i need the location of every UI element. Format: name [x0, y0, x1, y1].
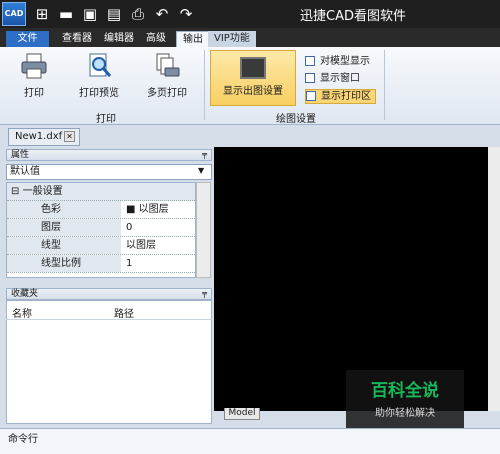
pin-icon[interactable]: ╤ — [202, 289, 207, 299]
property-section-row[interactable]: ⊟ 一般设置 — [7, 183, 195, 201]
property-name: 线型比例 — [7, 255, 121, 272]
draw-settings-group-label: 绘图设置 — [276, 114, 316, 125]
property-value[interactable]: ■ 以图层 — [122, 201, 169, 218]
multi-page-print-icon — [153, 52, 181, 80]
printer-icon — [20, 52, 48, 80]
option-model-display[interactable]: 对模型显示 — [305, 55, 370, 68]
checkbox-icon — [305, 56, 315, 66]
tab-editor[interactable]: 编辑器 — [98, 31, 140, 47]
properties-panel-header: 属性 ╤ — [6, 149, 212, 161]
option-model-display-label: 对模型显示 — [320, 56, 370, 67]
print-button-label: 打印 — [24, 88, 44, 99]
undo-icon[interactable]: ↶ — [152, 4, 172, 24]
properties-dropdown[interactable]: 默认值 — [6, 164, 212, 180]
print-preview-icon — [85, 52, 113, 80]
print-button[interactable]: 打印 — [14, 52, 54, 99]
print-preview-button[interactable]: 打印预览 — [74, 52, 124, 99]
properties-title: 属性 — [11, 150, 30, 160]
option-show-window[interactable]: 显示窗口 — [305, 72, 360, 85]
property-value[interactable]: 以图层 — [122, 237, 156, 254]
option-show-print-area-label: 显示打印区 — [321, 91, 371, 102]
property-row[interactable]: 线型比例 1 — [7, 255, 195, 273]
print-preview-label: 打印预览 — [79, 88, 119, 99]
pin-icon[interactable]: ╤ — [202, 150, 207, 160]
close-icon[interactable]: ✕ — [64, 131, 75, 142]
property-name: 色彩 — [7, 201, 121, 218]
properties-scrollbar[interactable] — [196, 182, 211, 278]
option-show-print-area[interactable]: 显示打印区 — [305, 89, 376, 104]
property-value[interactable]: 0 — [122, 219, 132, 236]
model-tab[interactable]: Model — [224, 408, 260, 420]
collapse-icon[interactable]: ⊟ — [7, 186, 19, 197]
monitor-icon — [240, 57, 266, 79]
property-grid: ⊟ 一般设置 色彩 ■ 以图层 图层 0 线型 以图层 线型比例 1 — [6, 182, 196, 278]
tab-vip[interactable]: VIP功能 — [208, 31, 256, 47]
property-name: 图层 — [7, 219, 121, 236]
checkbox-icon — [305, 73, 315, 83]
watermark-subtitle: 助你轻松解决 — [375, 408, 435, 419]
favorites-title: 收藏夹 — [11, 289, 39, 299]
show-plot-settings-label: 显示出图设置 — [223, 86, 283, 97]
canvas-scrollbar[interactable] — [488, 147, 500, 411]
new-file-icon[interactable]: ⊞ — [32, 4, 52, 24]
property-value[interactable]: 1 — [122, 255, 132, 272]
open-folder-icon[interactable]: ▬ — [56, 4, 76, 24]
ribbon-separator — [204, 50, 205, 120]
property-row[interactable]: 线型 以图层 — [7, 237, 195, 255]
save-as-icon[interactable]: ▤ — [104, 4, 124, 24]
tab-export[interactable]: 输出 — [176, 31, 210, 47]
tab-advanced[interactable]: 高级 — [140, 31, 172, 47]
save-icon[interactable]: ▣ — [80, 4, 100, 24]
app-logo: CAD — [2, 2, 26, 26]
favorites-column-path[interactable]: 路径 — [114, 305, 134, 320]
chevron-down-icon[interactable]: ▼ — [198, 166, 204, 175]
property-section-label: 一般设置 — [22, 186, 63, 197]
checkbox-icon — [306, 91, 316, 101]
show-plot-settings-button[interactable]: 显示出图设置 — [210, 50, 296, 106]
tab-viewer[interactable]: 查看器 — [56, 31, 98, 47]
property-row[interactable]: 图层 0 — [7, 219, 195, 237]
tab-file[interactable]: 文件 — [6, 31, 49, 47]
multi-page-print-button[interactable]: 多页打印 — [142, 52, 192, 99]
property-value-text: 以图层 — [138, 204, 169, 215]
favorites-panel-header: 收藏夹 ╤ — [6, 288, 212, 300]
property-name: 线型 — [7, 237, 121, 254]
favorites-column-name[interactable]: 名称 — [12, 305, 32, 320]
watermark-title: 百科全说 — [371, 381, 439, 401]
watermark: 百科全说 助你轻松解决 — [346, 370, 464, 428]
redo-icon[interactable]: ↷ — [176, 4, 196, 24]
property-row[interactable]: 色彩 ■ 以图层 — [7, 201, 195, 219]
option-show-window-label: 显示窗口 — [320, 73, 360, 84]
command-line-label: 命令行 — [8, 434, 38, 445]
multi-page-print-label: 多页打印 — [147, 88, 187, 99]
print-quick-icon[interactable]: ⎙ — [128, 4, 148, 24]
ribbon-separator — [384, 50, 385, 120]
favorites-header-divider — [6, 319, 212, 320]
command-line-panel[interactable] — [0, 428, 500, 454]
print-group-label: 打印 — [96, 114, 116, 125]
app-title: 迅捷CAD看图软件 — [300, 9, 406, 24]
